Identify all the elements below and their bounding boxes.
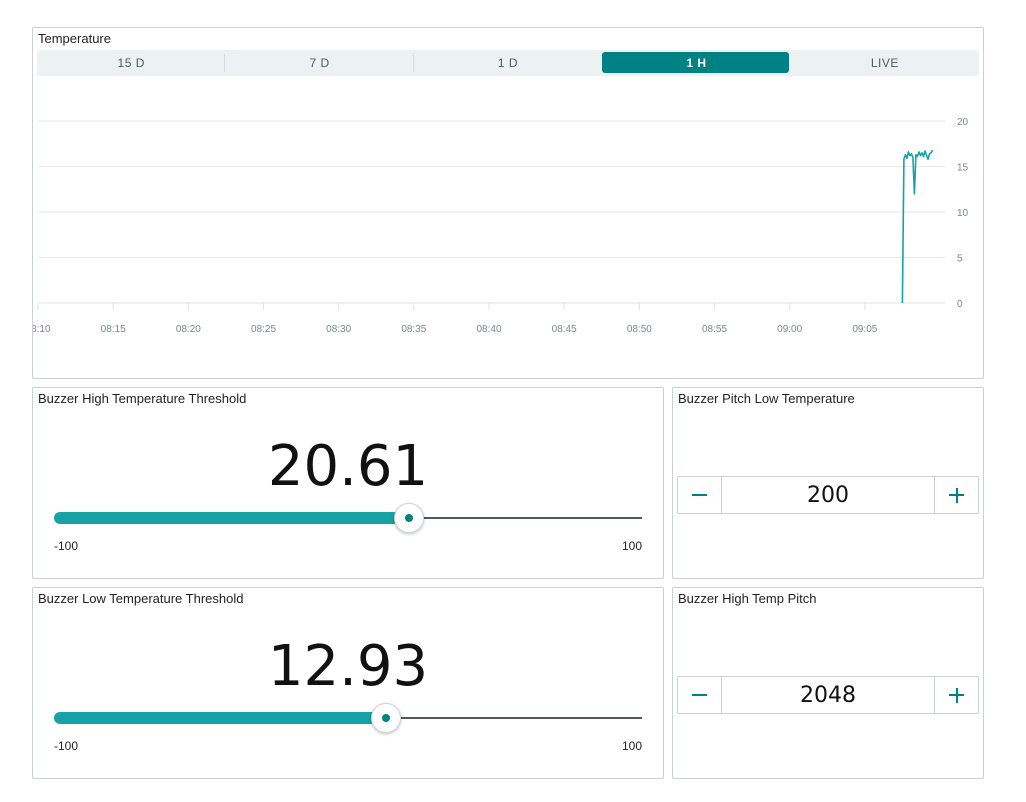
increment-button[interactable] (934, 477, 978, 513)
slider-min-label: -100 (54, 539, 79, 553)
y-tick-label: 15 (957, 163, 969, 174)
pitch-low-value[interactable]: 200 (722, 477, 934, 513)
x-tick-label: 08:25 (251, 324, 276, 335)
tab-label: 7 D (309, 56, 330, 70)
pitch-low-widget: Buzzer Pitch Low Temperature 200 (672, 387, 984, 579)
tab-live[interactable]: LIVE (791, 50, 979, 76)
increment-button[interactable] (934, 677, 978, 713)
slider-max-label: 100 (621, 739, 642, 753)
tab-1-hour[interactable]: 1 H (602, 50, 790, 76)
tab-label: 1 D (497, 56, 519, 70)
x-tick-label: 08:15 (101, 324, 126, 335)
pitch-high-widget: Buzzer High Temp Pitch 2048 (672, 587, 984, 779)
high-threshold-value: 20.61 (267, 434, 429, 499)
x-tick-label: 08:20 (176, 324, 201, 335)
x-tick-label: 08:55 (702, 324, 727, 335)
slider-fill (54, 512, 409, 524)
low-threshold-title: Buzzer Low Temperature Threshold (38, 591, 244, 606)
time-range-tabs: 15 D 7 D 1 D 1 H LIVE (37, 50, 979, 76)
tab-label: LIVE (870, 56, 899, 70)
minus-icon (678, 677, 721, 713)
x-tick-label: 09:05 (852, 324, 877, 335)
high-threshold-title: Buzzer High Temperature Threshold (38, 391, 247, 406)
high-threshold-widget: Buzzer High Temperature Threshold 20.61 … (32, 387, 664, 579)
slider-fill (54, 712, 386, 724)
x-tick-label: 08:45 (552, 324, 577, 335)
tab-15-days[interactable]: 15 D (37, 50, 226, 76)
plus-icon (935, 477, 978, 513)
y-tick-label: 10 (957, 208, 969, 219)
y-tick-label: 5 (957, 254, 963, 265)
pitch-high-stepper: 2048 (677, 676, 979, 714)
minus-icon (678, 477, 721, 513)
x-tick-label: 08:10 (33, 324, 51, 335)
decrement-button[interactable] (678, 677, 722, 713)
temperature-widget: 0 5 10 15 20 08:10 08:15 08:20 08:25 08:30 08:35 08… (32, 27, 984, 379)
temperature-chart: 0 5 10 15 20 08:10 08:15 08:20 08:25 08:30 08:35 08… (33, 117, 969, 335)
pitch-low-stepper: 200 (677, 476, 979, 514)
x-tick-label: 08:35 (401, 324, 426, 335)
tab-1-day[interactable]: 1 D (414, 50, 602, 76)
temperature-series-line (901, 149, 934, 304)
tab-label: 1 H (686, 56, 707, 70)
tab-7-days[interactable]: 7 D (225, 50, 415, 76)
x-tick-label: 09:00 (777, 324, 802, 335)
low-threshold-widget: Buzzer Low Temperature Threshold 12.93 -… (32, 587, 664, 779)
y-tick-label: 20 (957, 117, 969, 128)
low-threshold-value: 12.93 (267, 634, 429, 699)
slider-max-label: 100 (621, 539, 642, 553)
decrement-button[interactable] (678, 477, 722, 513)
temperature-widget-title: Temperature (38, 31, 111, 46)
pitch-low-title: Buzzer Pitch Low Temperature (678, 391, 855, 406)
x-tick-label: 08:30 (326, 324, 351, 335)
pitch-high-title: Buzzer High Temp Pitch (678, 591, 817, 606)
slider-min-label: -100 (54, 739, 79, 753)
plus-icon (935, 677, 978, 713)
x-tick-label: 08:50 (627, 324, 652, 335)
pitch-high-value[interactable]: 2048 (722, 677, 934, 713)
slider-thumb[interactable] (371, 703, 401, 733)
slider-thumb[interactable] (393, 503, 424, 533)
x-tick-label: 08:40 (476, 324, 501, 335)
tab-label: 15 D (117, 56, 145, 70)
y-tick-label: 0 (957, 299, 963, 310)
